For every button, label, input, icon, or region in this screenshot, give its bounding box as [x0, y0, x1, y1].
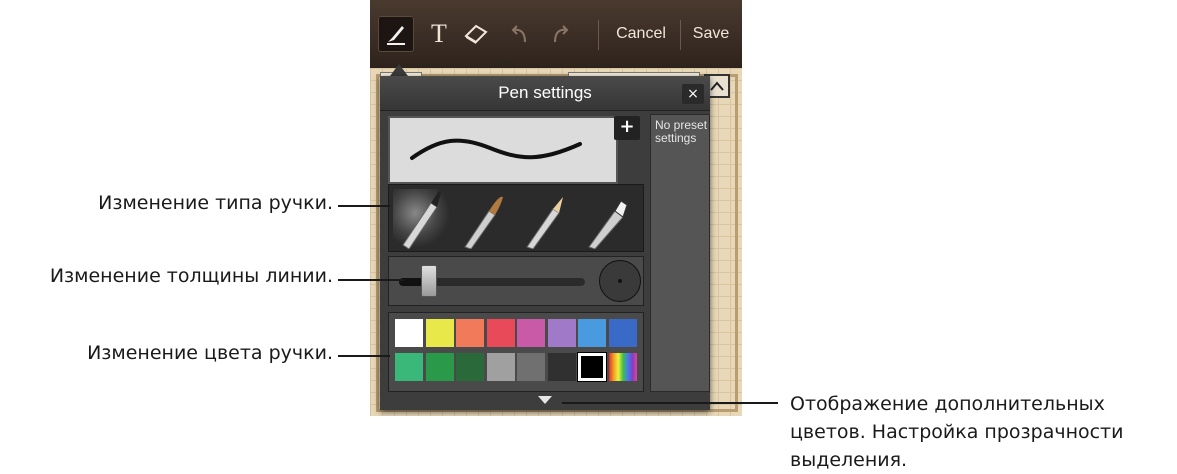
leader-line [338, 205, 390, 207]
annotation-pen-type: Изменение типа ручки. [98, 192, 333, 214]
color-swatch[interactable] [395, 319, 423, 347]
color-swatch[interactable] [425, 319, 454, 347]
brush-icon [464, 196, 503, 250]
text-tool-button[interactable]: T [422, 16, 456, 52]
panel-title: Pen settings [498, 83, 592, 102]
annotation-more-line: выделения. [790, 449, 908, 471]
color-swatch[interactable] [456, 319, 484, 347]
no-preset-label: No preset settings [655, 118, 708, 145]
toolbar-divider [598, 20, 599, 50]
annotation-more-colors: Отображение дополнительных цветов. Настр… [790, 390, 1175, 474]
color-swatch[interactable] [608, 319, 637, 347]
toolbar-divider [680, 20, 681, 50]
annotation-color: Изменение цвета ручки. [87, 342, 333, 364]
pen-type-marker[interactable] [393, 189, 449, 250]
text-icon: T [431, 19, 447, 48]
expand-colors-bar[interactable] [380, 392, 710, 410]
pen-type-pencil[interactable] [517, 189, 573, 250]
pen-icon [387, 26, 405, 45]
color-swatch[interactable] [486, 319, 515, 347]
pen-tool-button[interactable] [378, 16, 414, 52]
add-preset-button[interactable]: + [614, 116, 640, 140]
color-swatch[interactable] [517, 319, 545, 347]
color-swatch[interactable] [425, 353, 454, 381]
undo-button[interactable] [504, 16, 538, 52]
line-thickness-control [388, 256, 644, 306]
thickness-preview [599, 260, 641, 302]
leader-line [562, 402, 778, 404]
color-swatch[interactable] [456, 353, 484, 381]
pencil-icon [526, 197, 563, 250]
pen-type-highlighter[interactable] [579, 189, 635, 250]
undo-icon [511, 25, 526, 43]
eraser-icon [464, 24, 488, 44]
panel-pointer [390, 64, 408, 76]
color-swatch[interactable] [547, 353, 576, 381]
pen-type-selector [388, 184, 644, 252]
leader-line [338, 279, 404, 281]
color-swatch[interactable] [577, 352, 607, 382]
pen-type-brush[interactable] [455, 189, 511, 250]
annotation-more-line: Отображение дополнительных [790, 393, 1105, 415]
annotation-more-line: цветов. Настройка прозрачности [790, 421, 1124, 443]
chevron-up-icon [710, 81, 724, 91]
color-swatch[interactable] [608, 353, 637, 381]
highlighter-icon [588, 200, 628, 250]
annotation-thickness: Изменение толщины линии. [49, 265, 333, 287]
color-swatch[interactable] [578, 319, 606, 347]
color-swatch[interactable] [395, 353, 423, 381]
color-palette [388, 312, 644, 392]
chevron-down-icon [538, 396, 552, 404]
stroke-preview-curve [410, 138, 582, 160]
pen-settings-panel: Pen settings × + No preset settings [380, 76, 710, 410]
thickness-slider-handle[interactable] [421, 265, 438, 297]
preset-list: No preset settings [650, 114, 710, 392]
close-button[interactable]: × [682, 84, 704, 104]
thickness-dot [618, 279, 622, 283]
color-swatch[interactable] [517, 353, 545, 381]
phone-screenshot: T Cancel Save Pen settings × + No preset… [370, 0, 742, 416]
color-swatch[interactable] [547, 319, 576, 347]
marker-pen-icon [402, 191, 441, 250]
panel-header: Pen settings × [380, 76, 710, 111]
cancel-button[interactable]: Cancel [606, 16, 676, 52]
color-swatch[interactable] [486, 353, 515, 381]
redo-icon [554, 25, 569, 43]
leader-line [338, 355, 390, 357]
stroke-preview [388, 116, 618, 184]
redo-button[interactable] [542, 16, 576, 52]
eraser-tool-button[interactable] [458, 16, 494, 52]
save-button[interactable]: Save [686, 16, 736, 52]
toolbar: T Cancel Save [370, 0, 742, 68]
